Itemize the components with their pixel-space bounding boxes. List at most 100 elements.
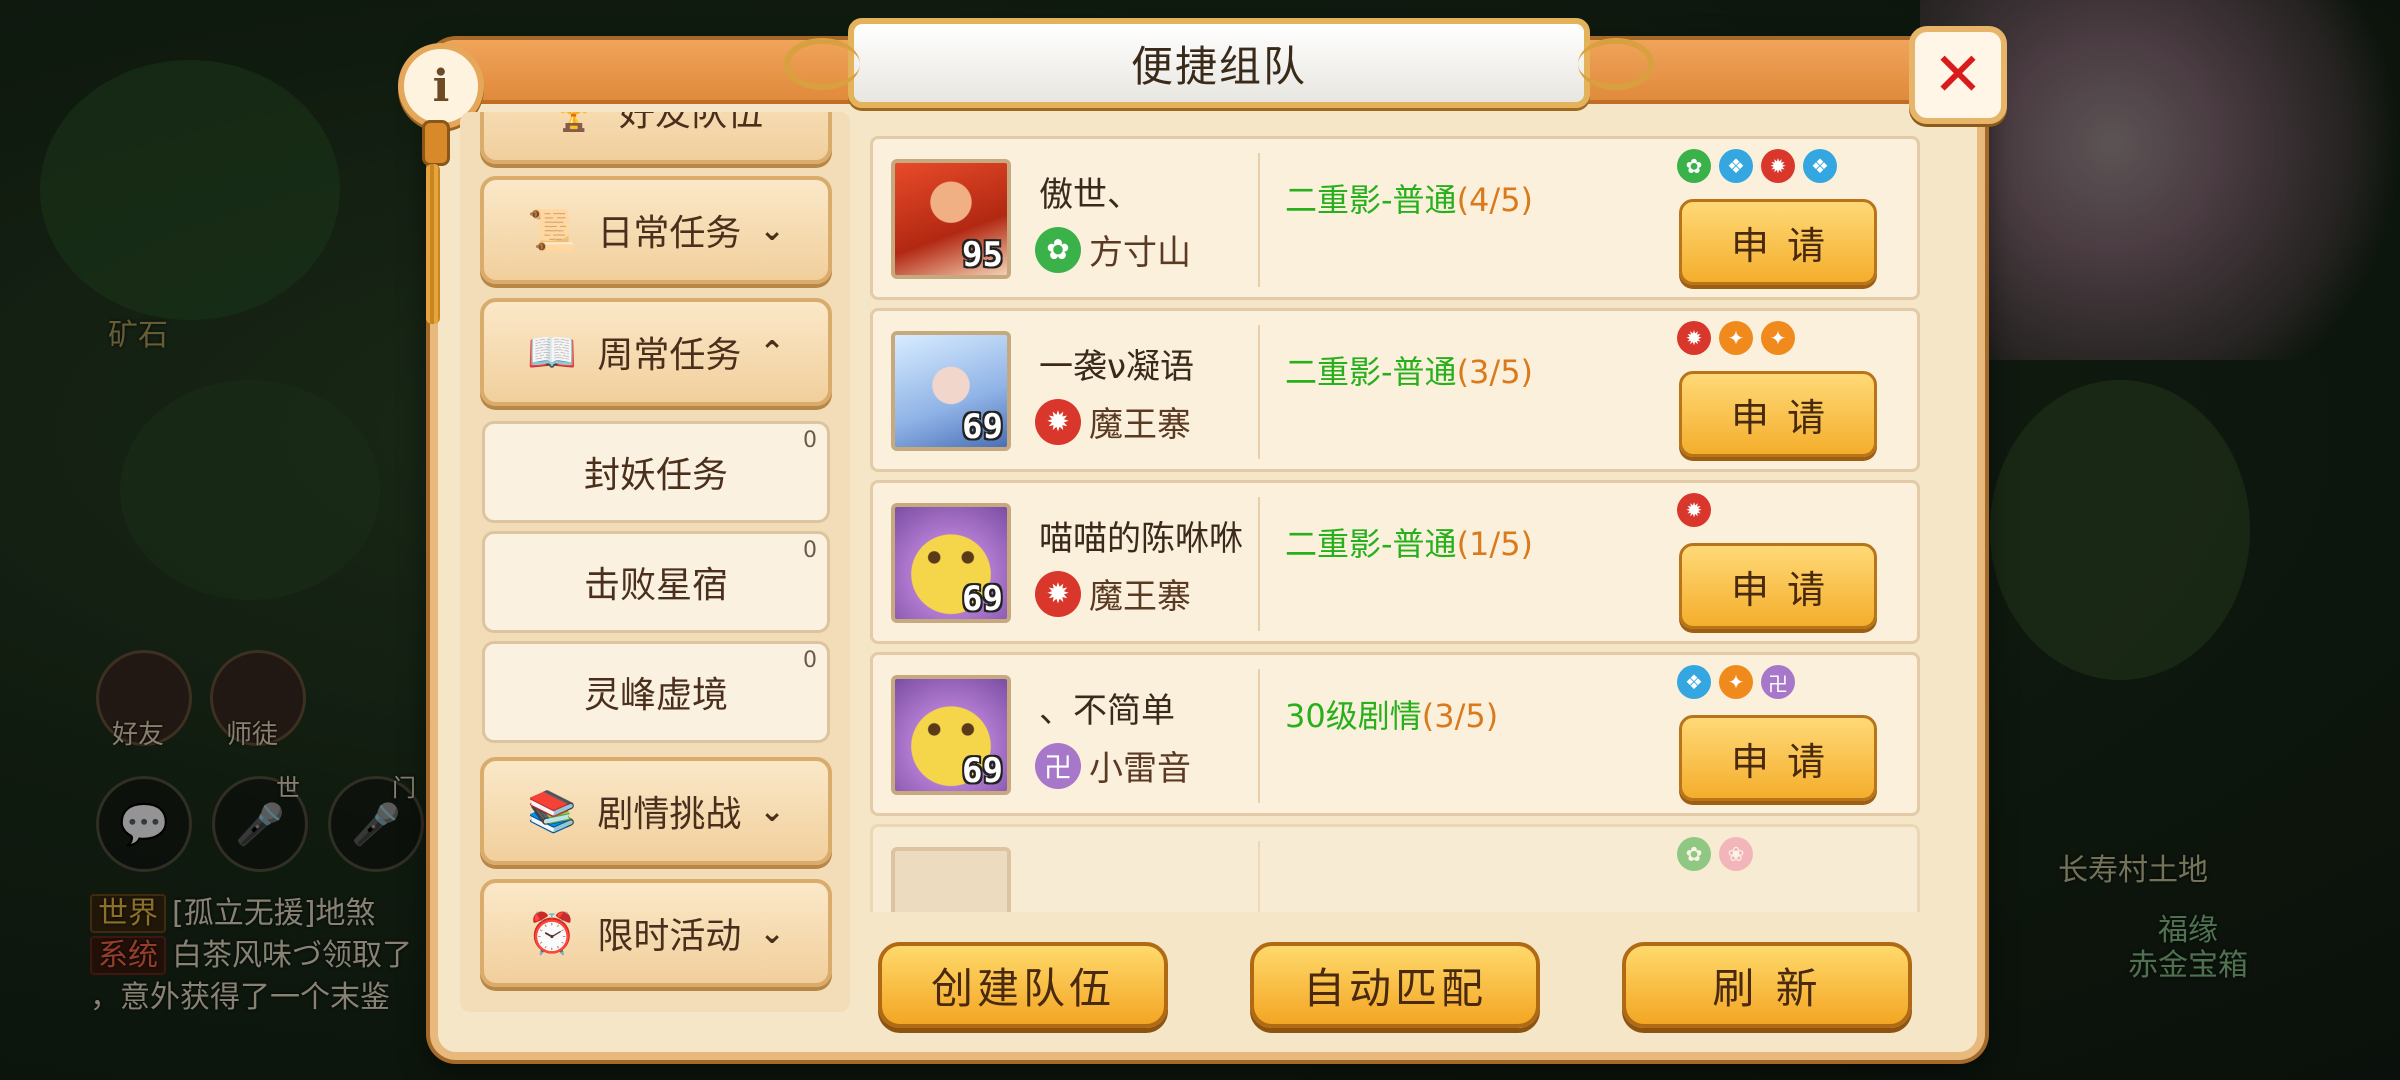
sect-name: 魔王寨 xyxy=(1089,577,1191,617)
paren-close: ) xyxy=(1520,353,1534,391)
leader-avatar[interactable]: 69 xyxy=(891,331,1011,451)
team-card: ✿ ❀ xyxy=(870,824,1920,912)
red-sect-icon: ✹ xyxy=(1677,493,1711,527)
category-sidebar[interactable]: 🏆 好友队伍 📜 日常任务 ⌄ 📖 周常任务 ⌃ 封妖任务 0 击败星宿 0 灵… xyxy=(460,112,850,1012)
member-sect-icons: ✿ ❖ ✹ ❖ xyxy=(1677,149,1845,183)
sidebar-item-label: 周常任务 xyxy=(597,335,742,376)
green-sect-icon: ✿ xyxy=(1677,149,1711,183)
pink-sect-icon: ❀ xyxy=(1719,837,1753,871)
team-activity: 二重影-普通(1/5) xyxy=(1285,519,1533,565)
book-icon: 📖 xyxy=(527,329,578,376)
card-divider xyxy=(1258,325,1260,459)
leader-name: 一袭ν凝语 xyxy=(1039,347,1194,387)
sidebar-item-limited-events[interactable]: ⏰ 限时活动 ⌄ xyxy=(480,879,832,987)
leader-level: 69 xyxy=(962,579,1003,619)
alarm-clock-icon: ⏰ xyxy=(527,910,578,957)
purple-sect-icon: 卍 xyxy=(1761,665,1795,699)
auto-match-button[interactable]: 自动匹配 xyxy=(1250,942,1540,1028)
sidebar-item-label: 限时活动 xyxy=(597,916,742,957)
sidebar-item-story-challenge[interactable]: 📚 剧情挑战 ⌄ xyxy=(480,757,832,865)
bottom-action-bar: 创建队伍 自动匹配 刷 新 xyxy=(858,908,1938,1028)
sidebar-item-weekly-tasks[interactable]: 📖 周常任务 ⌃ xyxy=(480,298,832,406)
leader-level: 69 xyxy=(962,407,1003,447)
sidebar-subitem-label: 击败星宿 xyxy=(583,565,728,606)
leader-sect: ✹ 魔王寨 xyxy=(1035,569,1191,618)
team-card: 69 一袭ν凝语 ✹ 魔王寨 二重影-普通(3/5) ✹ ✦ ✦ 申请 xyxy=(870,308,1920,472)
create-team-button[interactable]: 创建队伍 xyxy=(878,942,1168,1028)
apply-button[interactable]: 申请 xyxy=(1679,199,1877,285)
scrolls-icon: 📚 xyxy=(527,788,578,835)
leader-name: 、不简单 xyxy=(1039,691,1175,731)
member-sect-icons: ✹ ✦ ✦ xyxy=(1677,321,1803,355)
leader-level: 69 xyxy=(962,751,1003,791)
tassel-decoration xyxy=(416,120,450,330)
sidebar-subitem-seal-demon[interactable]: 封妖任务 0 xyxy=(482,421,830,523)
paren-open: ( xyxy=(1456,525,1470,563)
chevron-up-icon: ⌃ xyxy=(759,334,785,370)
blue-sect-icon: ❖ xyxy=(1677,665,1711,699)
trophy-icon: 🏆 xyxy=(549,112,599,134)
leader-name: 傲世、 xyxy=(1039,175,1141,215)
orange-sect-icon: ✦ xyxy=(1761,321,1795,355)
sect-emblem-icon: ✹ xyxy=(1035,570,1081,617)
apply-button[interactable]: 申请 xyxy=(1679,543,1877,629)
member-count: 1/5 xyxy=(1469,525,1521,563)
leader-sect: 卍小雷音 xyxy=(1035,741,1191,790)
red-sect-icon: ✹ xyxy=(1677,321,1711,355)
chevron-down-icon: ⌄ xyxy=(759,212,785,248)
blue-sect-icon: ❖ xyxy=(1719,149,1753,183)
leader-sect: ✿ 方寸山 xyxy=(1035,225,1191,274)
info-icon: i xyxy=(432,60,450,112)
leader-avatar[interactable]: 69 xyxy=(891,503,1011,623)
sidebar-item-label: 剧情挑战 xyxy=(597,794,742,835)
team-activity: 二重影-普通(4/5) xyxy=(1285,175,1533,221)
leader-name: 喵喵的陈咻咻 xyxy=(1039,519,1243,559)
team-card: 95 傲世、 ✿ 方寸山 二重影-普通(4/5) ✿ ❖ ✹ ❖ 申请 xyxy=(870,136,1920,300)
team-activity: 二重影-普通(3/5) xyxy=(1285,347,1533,393)
sidebar-item-friend-team[interactable]: 🏆 好友队伍 xyxy=(480,112,832,164)
sect-name: 方寸山 xyxy=(1089,233,1191,273)
sect-emblem-icon: ✹ xyxy=(1035,398,1081,445)
dialog-title-plate: 便捷组队 xyxy=(784,18,1654,108)
blue-sect-icon: ❖ xyxy=(1803,149,1837,183)
member-count: 4/5 xyxy=(1469,181,1521,219)
apply-button[interactable]: 申请 xyxy=(1679,371,1877,457)
sect-emblem-icon: 卍 xyxy=(1035,742,1081,789)
dialog-title: 便捷组队 xyxy=(1130,41,1307,91)
close-icon: ✕ xyxy=(1932,40,1984,110)
member-sect-icons: ✹ xyxy=(1677,493,1719,527)
sect-name: 魔王寨 xyxy=(1089,405,1191,445)
member-sect-icons: ✿ ❀ xyxy=(1677,837,1761,871)
close-button[interactable]: ✕ xyxy=(1909,26,2007,124)
paren-open: ( xyxy=(1421,697,1435,735)
sidebar-item-label: 好友队伍 xyxy=(618,112,763,134)
sidebar-subitem-spirit-peak[interactable]: 灵峰虚境 0 xyxy=(482,641,830,743)
refresh-button[interactable]: 刷 新 xyxy=(1622,942,1912,1028)
chevron-down-icon: ⌄ xyxy=(759,915,785,951)
team-card: 69 、不简单卍小雷音 30级剧情(3/5) ❖ ✦ 卍申请 xyxy=(870,652,1920,816)
paren-open: ( xyxy=(1456,353,1470,391)
leader-avatar[interactable]: 95 xyxy=(891,159,1011,279)
team-card: 69 喵喵的陈咻咻 ✹ 魔王寨 二重影-普通(1/5) ✹ 申请 xyxy=(870,480,1920,644)
activity-name: 30级剧情 xyxy=(1285,697,1422,735)
orange-sect-icon: ✦ xyxy=(1719,321,1753,355)
team-list-panel[interactable]: 95 傲世、 ✿ 方寸山 二重影-普通(4/5) ✿ ❖ ✹ ❖ 申请 69 一袭ν凝语 ✹ 魔王寨 二重影… xyxy=(858,112,1938,912)
leader-level: 95 xyxy=(962,235,1003,275)
card-divider xyxy=(1258,497,1260,631)
team-count-badge: 0 xyxy=(803,538,817,563)
team-list[interactable]: 95 傲世、 ✿ 方寸山 二重影-普通(4/5) ✿ ❖ ✹ ❖ 申请 69 一袭ν凝语 ✹ 魔王寨 二重影… xyxy=(870,136,1920,912)
team-count-badge: 0 xyxy=(803,648,817,673)
sect-name: 小雷音 xyxy=(1089,749,1191,789)
leader-avatar[interactable]: 69 xyxy=(891,675,1011,795)
leader-avatar[interactable] xyxy=(891,847,1011,912)
sidebar-subitem-defeat-stars[interactable]: 击败星宿 0 xyxy=(482,531,830,633)
chevron-down-icon: ⌄ xyxy=(759,793,785,829)
sidebar-item-daily-tasks[interactable]: 📜 日常任务 ⌄ xyxy=(480,176,832,284)
member-sect-icons: ❖ ✦ 卍 xyxy=(1677,665,1803,699)
paren-open: ( xyxy=(1456,181,1470,219)
activity-name: 二重影-普通 xyxy=(1285,525,1457,563)
apply-button[interactable]: 申请 xyxy=(1679,715,1877,801)
paren-close: ) xyxy=(1485,697,1499,735)
green-sect-icon: ✿ xyxy=(1677,837,1711,871)
quick-team-dialog: 便捷组队 i ✕ 🏆 好友队伍 📜 日常任务 ⌄ 📖 周常任务 ⌃ 封妖任务 0… xyxy=(398,18,2007,1060)
